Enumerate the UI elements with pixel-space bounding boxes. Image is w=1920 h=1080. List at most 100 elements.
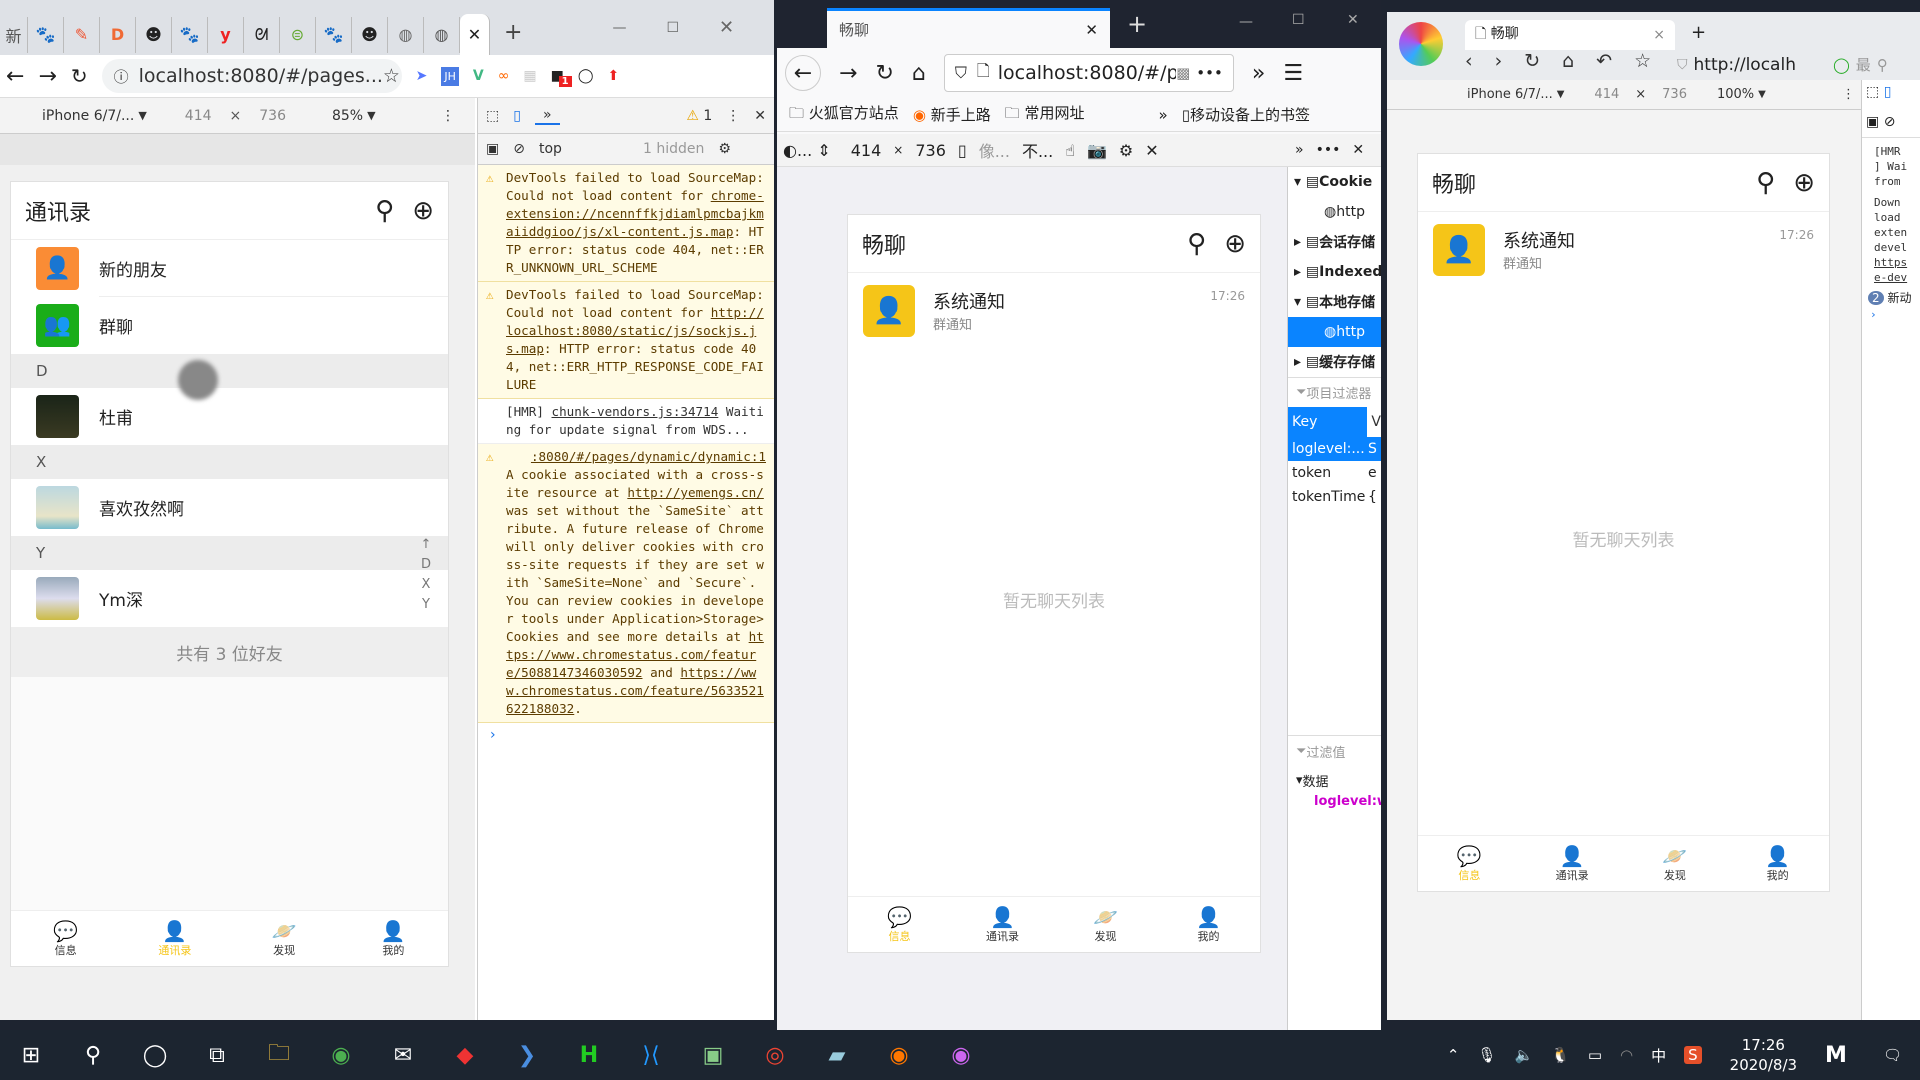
add-circle-icon[interactable]: ⊕ <box>412 196 434 226</box>
tab-discover[interactable]: 🪐 发现 <box>1054 897 1157 952</box>
chat-item[interactable]: 👤 系统通知 群通知 17:26 <box>848 273 1260 348</box>
contact-row[interactable]: 喜欢孜然啊 <box>11 479 448 536</box>
app-icon[interactable]: ◆ <box>434 1030 496 1080</box>
reload-icon[interactable]: ↻ <box>875 61 893 86</box>
message-source-link[interactable]: :8080/#/pages/dynamic/dynamic:1 <box>531 449 766 464</box>
youdao-icon[interactable]: y <box>208 16 244 53</box>
console-prompt[interactable]: › <box>478 723 774 747</box>
tree-cookie-host[interactable]: ◍ http <box>1288 197 1381 227</box>
height-input[interactable]: 736 <box>1662 87 1687 102</box>
tab-me[interactable]: 👤 我的 <box>1726 836 1829 891</box>
more-icon[interactable]: ⋮ <box>1842 87 1855 102</box>
tab-contacts[interactable]: 👤 通讯录 <box>951 897 1054 952</box>
baidu-paw-icon[interactable]: 🐾 <box>28 16 64 53</box>
width-input[interactable]: 414 <box>185 108 212 124</box>
extension-round-icon[interactable]: ◯ <box>578 68 594 84</box>
clock[interactable]: 17:26 2020/8/3 <box>1730 1035 1797 1075</box>
add-circle-icon[interactable]: ⊕ <box>1224 229 1246 259</box>
mobile-bookmarks[interactable]: ▯移动设备上的书签 <box>1182 104 1310 125</box>
browser-360-icon[interactable]: ◉ <box>930 1030 992 1080</box>
terminal-icon[interactable]: ▣ <box>682 1030 744 1080</box>
filter-values-input[interactable]: ⏷ 过滤值 <box>1288 736 1381 766</box>
tab-contacts[interactable]: 👤 通讯录 <box>120 911 229 966</box>
close-devtools-icon[interactable]: ✕ <box>1352 142 1364 158</box>
inspect-icon[interactable]: ⬚ <box>486 108 499 124</box>
zoom-select[interactable]: 85% <box>332 108 363 124</box>
settings-icon[interactable]: ⚙ <box>1119 141 1133 160</box>
clear-console-icon[interactable]: ⊘ <box>513 141 525 157</box>
data-item[interactable]: loglevel:w <box>1288 794 1381 809</box>
tree-local-storage[interactable]: ▾ ▤ 本地存储 <box>1288 287 1381 317</box>
cortana-icon[interactable]: ◯ <box>124 1030 186 1080</box>
search-icon[interactable]: ⚲ <box>62 1030 124 1080</box>
chrome-icon[interactable]: ◉ <box>310 1030 372 1080</box>
alphabet-index[interactable]: ↑ D X Y <box>420 535 432 615</box>
kebab-icon[interactable]: ⋮ <box>726 108 740 124</box>
search-icon[interactable]: ⚲ <box>1877 56 1888 74</box>
star-icon[interactable]: ☆ <box>383 65 400 87</box>
task-view-icon[interactable]: ⧉ <box>186 1030 248 1080</box>
vscode-icon[interactable]: ⟩⟨ <box>620 1030 682 1080</box>
warning-count[interactable]: ⚠ 1 <box>686 108 712 124</box>
tree-cookies[interactable]: ▾ ▤ Cookie <box>1288 167 1381 197</box>
info-icon[interactable]: ⓘ <box>114 66 129 87</box>
windows-start-icon[interactable]: ⊞ <box>0 1030 62 1080</box>
value-column-header[interactable]: V <box>1367 407 1381 437</box>
microphone-icon[interactable]: 🎙 <box>1477 1046 1496 1064</box>
key-column-header[interactable]: Key <box>1288 414 1367 430</box>
close-window-icon[interactable]: ✕ <box>1347 12 1359 28</box>
d-logo-icon[interactable]: D <box>100 16 136 53</box>
wifi-icon[interactable]: ◠ <box>1620 1046 1633 1064</box>
extension-infinity-icon[interactable]: ∞ <box>498 68 510 84</box>
bookmark-item[interactable]: 🗀 常用网址 <box>1005 102 1085 128</box>
app-m-icon[interactable]: M <box>1825 1043 1847 1068</box>
tab-discover[interactable]: 🪐 发现 <box>230 911 339 966</box>
height-input[interactable]: 736 <box>259 108 286 124</box>
new-friends-row[interactable]: 👤 新的朋友 <box>11 240 448 297</box>
new-tab-icon[interactable]: + <box>504 20 522 45</box>
address-bar[interactable]: ⓘ localhost:8080/#/pages... ☆ <box>101 59 402 93</box>
globe-icon[interactable]: ◍ <box>424 16 460 53</box>
tray-expand-icon[interactable]: ⌃ <box>1447 1046 1460 1064</box>
home-icon[interactable]: ⌂ <box>912 61 926 86</box>
notifications-icon[interactable]: 🗨 <box>1883 1046 1902 1064</box>
tab-changliao[interactable]: 畅聊 ✕ <box>827 8 1110 48</box>
page-actions-icon[interactable]: ••• <box>1196 64 1223 82</box>
chevron-down-icon[interactable]: ▼ <box>1557 89 1565 100</box>
url-text[interactable]: localhost:8080/#/pages <box>998 62 1176 84</box>
gear-icon[interactable]: ⚙ <box>718 141 731 157</box>
zoom-select[interactable]: 100% <box>1717 87 1754 102</box>
grouped-messages[interactable]: 2 新动 <box>1862 285 1920 306</box>
new-tab-icon[interactable]: + <box>1127 10 1147 38</box>
console-link[interactable]: https <box>1874 255 1920 270</box>
clear-console-icon[interactable]: ⊘ <box>1884 114 1896 130</box>
shield-icon[interactable]: ⛉ <box>955 63 967 83</box>
star-icon[interactable]: ☆ <box>1634 50 1651 72</box>
console-prompt[interactable]: › <box>1862 306 1920 321</box>
device-toggle-icon[interactable]: ▯ <box>513 108 521 124</box>
avatar-icon[interactable]: ☻ <box>352 16 388 53</box>
minimize-icon[interactable]: — <box>1239 14 1253 30</box>
device-toggle-icon[interactable]: ▯ <box>1884 84 1892 100</box>
tree-session-storage[interactable]: ▸ ▤ 会话存储 <box>1288 227 1381 257</box>
forward-icon[interactable]: → <box>38 64 56 89</box>
vue-devtools-icon[interactable]: V <box>473 68 484 84</box>
tab-messages[interactable]: 💬 信息 <box>848 897 951 952</box>
chevron-down-icon[interactable]: ▼ <box>367 109 375 122</box>
baidu-paw-icon[interactable]: 🐾 <box>172 16 208 53</box>
dpr-select[interactable]: 像... <box>979 138 1010 162</box>
add-circle-icon[interactable]: ⊕ <box>1793 168 1815 198</box>
chevron-down-icon[interactable]: ▼ <box>138 109 146 122</box>
bookmark-item[interactable]: 🗀 火狐官方站点 <box>789 102 899 128</box>
volume-icon[interactable]: 🔈 <box>1514 1046 1533 1064</box>
table-row[interactable]: tokenTime{ <box>1288 485 1381 509</box>
table-row[interactable]: token e <box>1288 461 1381 485</box>
tab-discover[interactable]: 🪐 发现 <box>1624 836 1727 891</box>
reload-icon[interactable]: ↻ <box>1524 50 1540 72</box>
height-input[interactable]: 736 <box>915 141 946 160</box>
minimize-icon[interactable]: — <box>612 20 626 36</box>
device-select[interactable]: iPhone 6/7/... <box>42 108 134 124</box>
search-icon[interactable]: ⚲ <box>1756 168 1775 198</box>
contact-row[interactable]: 杜甫 <box>11 388 448 445</box>
address-bar[interactable]: ⛉ http://localh <box>1677 52 1797 78</box>
